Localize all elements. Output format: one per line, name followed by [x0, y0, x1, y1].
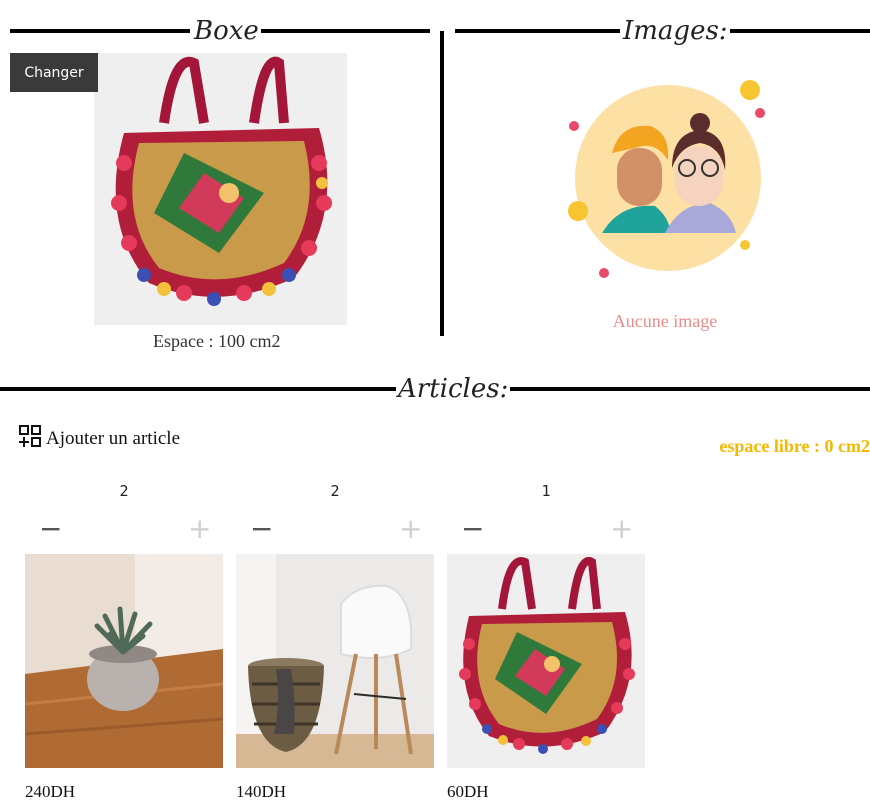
- boxe-divider-right: [250, 29, 430, 33]
- increase-quantity-button[interactable]: +: [188, 515, 211, 543]
- article-price: 240DH: [25, 782, 76, 801]
- free-space-label: espace libre : 0 cm2: [719, 436, 870, 456]
- articles-divider-left: [0, 387, 398, 391]
- images-title: Images:: [621, 16, 730, 46]
- decrease-quantity-button[interactable]: −: [39, 515, 62, 543]
- article-quantity: 2: [330, 482, 340, 500]
- images-divider-right: [708, 29, 870, 33]
- box-space-label: Espace : 100 cm2: [153, 331, 281, 351]
- increase-quantity-button[interactable]: +: [399, 515, 422, 543]
- articles-divider-right: [484, 387, 870, 391]
- increase-quantity-button[interactable]: +: [610, 515, 633, 543]
- add-article-button[interactable]: Ajouter un article: [18, 424, 180, 454]
- vertical-divider: [440, 31, 444, 336]
- article-quantity: 2: [119, 482, 129, 500]
- add-grid-icon: [18, 424, 42, 454]
- article-photo[interactable]: [236, 554, 434, 768]
- decrease-quantity-button[interactable]: −: [461, 515, 484, 543]
- boxe-title: Boxe: [192, 16, 261, 46]
- images-divider-left: [455, 29, 620, 33]
- article-price: 140DH: [236, 782, 287, 801]
- boxe-divider-left: [10, 29, 190, 33]
- article-photo[interactable]: [447, 554, 645, 768]
- change-button[interactable]: Changer: [10, 53, 98, 92]
- add-article-label: Ajouter un article: [46, 428, 181, 449]
- article-quantity: 1: [541, 482, 551, 500]
- no-image-label: Aucune image: [612, 311, 718, 331]
- article-photo[interactable]: [25, 554, 223, 768]
- articles-title: Articles:: [396, 374, 511, 404]
- decrease-quantity-button[interactable]: −: [250, 515, 273, 543]
- article-price: 60DH: [447, 782, 489, 801]
- box-photo: [94, 53, 347, 325]
- avatar-illustration: [560, 78, 770, 278]
